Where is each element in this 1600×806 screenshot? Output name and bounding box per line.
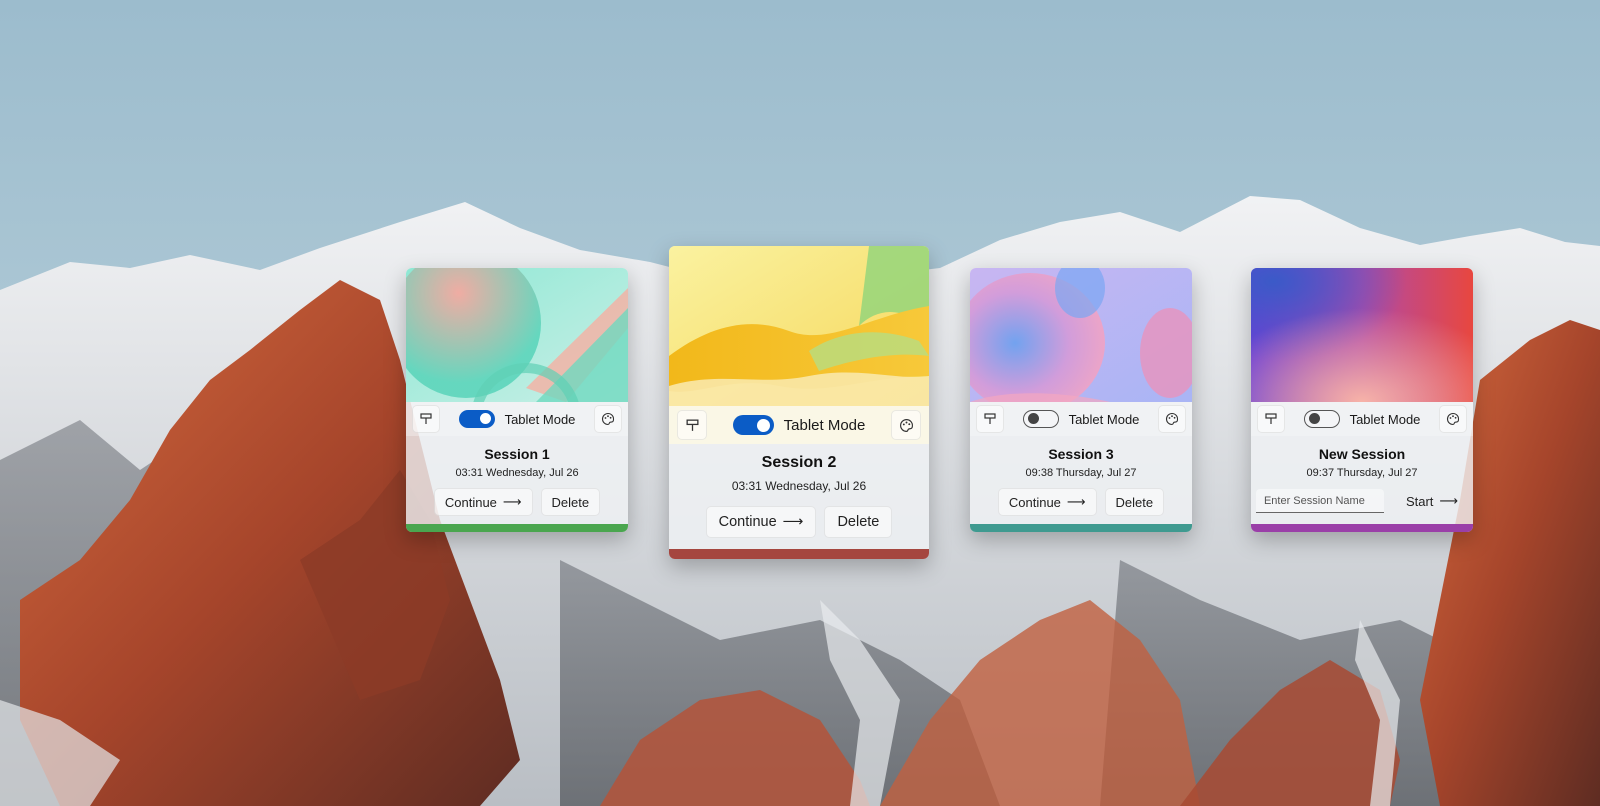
tablet-mode-label: Tablet Mode xyxy=(1068,411,1140,427)
session-card-2[interactable]: Tablet Mode Session 2 03:31 Wednesday, J… xyxy=(669,246,929,559)
session-card-3[interactable]: Tablet Mode Session 3 09:38 Thursday, Ju… xyxy=(970,268,1192,532)
arrow-right-icon: ⟶ xyxy=(782,514,804,530)
continue-button[interactable]: Continue ⟶ xyxy=(997,488,1097,516)
tablet-mode-label: Tablet Mode xyxy=(783,416,866,434)
session-title: New Session xyxy=(1318,446,1406,462)
session-timestamp: 09:37 Thursday, Jul 27 xyxy=(1306,467,1418,479)
arrow-right-icon: ⟶ xyxy=(502,494,522,510)
continue-label: Continue xyxy=(718,514,777,530)
start-button[interactable]: Start ⟶ xyxy=(1396,488,1468,514)
session-accent-bar xyxy=(406,524,628,532)
session-toolbar: Tablet Mode xyxy=(406,402,628,436)
session-timestamp: 09:38 Thursday, Jul 27 xyxy=(1025,467,1137,479)
tablet-mode-label: Tablet Mode xyxy=(1349,411,1421,427)
session-toolbar: Tablet Mode xyxy=(970,402,1192,436)
new-session-card[interactable]: Tablet Mode New Session 09:37 Thursday, … xyxy=(1251,268,1473,532)
session-accent-bar xyxy=(669,549,929,559)
session-timestamp: 03:31 Wednesday, Jul 26 xyxy=(731,479,867,493)
pin-icon[interactable] xyxy=(976,405,1004,433)
palette-icon[interactable] xyxy=(1157,405,1186,433)
continue-label: Continue xyxy=(1008,494,1061,510)
delete-button[interactable]: Delete xyxy=(1104,488,1165,516)
arrow-right-icon: ⟶ xyxy=(1066,494,1086,510)
session-timestamp: 03:31 Wednesday, Jul 26 xyxy=(455,467,579,479)
tablet-mode-toggle[interactable] xyxy=(1303,410,1340,428)
tablet-mode-toggle[interactable] xyxy=(458,410,495,428)
session-toolbar: Tablet Mode xyxy=(669,406,929,444)
tablet-mode-toggle[interactable] xyxy=(1022,410,1059,428)
session-accent-bar xyxy=(970,524,1192,532)
tablet-mode-toggle[interactable] xyxy=(732,415,774,435)
session-title: Session 1 xyxy=(484,446,550,462)
session-accent-bar xyxy=(1251,524,1473,532)
palette-icon[interactable] xyxy=(1438,405,1467,433)
session-title: Session 3 xyxy=(1048,446,1114,462)
session-thumbnail xyxy=(406,268,628,402)
continue-label: Continue xyxy=(444,494,497,510)
pin-icon[interactable] xyxy=(677,410,707,440)
session-thumbnail xyxy=(1251,268,1473,402)
arrow-right-icon: ⟶ xyxy=(1439,493,1459,509)
pin-icon[interactable] xyxy=(1257,405,1285,433)
session-thumbnail xyxy=(970,268,1192,402)
tablet-mode-label: Tablet Mode xyxy=(504,411,576,427)
continue-button[interactable]: Continue ⟶ xyxy=(705,506,817,538)
session-card-1[interactable]: Tablet Mode Session 1 03:31 Wednesday, J… xyxy=(406,268,628,532)
delete-button[interactable]: Delete xyxy=(824,506,893,538)
session-title: Session 2 xyxy=(761,454,837,471)
session-name-input[interactable] xyxy=(1255,489,1384,513)
session-toolbar: Tablet Mode xyxy=(1251,402,1473,436)
session-thumbnail xyxy=(669,246,929,406)
palette-icon[interactable] xyxy=(891,410,921,440)
palette-icon[interactable] xyxy=(593,405,622,433)
delete-button[interactable]: Delete xyxy=(540,488,601,516)
start-label: Start xyxy=(1405,493,1434,509)
pin-icon[interactable] xyxy=(412,405,440,433)
continue-button[interactable]: Continue ⟶ xyxy=(433,488,533,516)
